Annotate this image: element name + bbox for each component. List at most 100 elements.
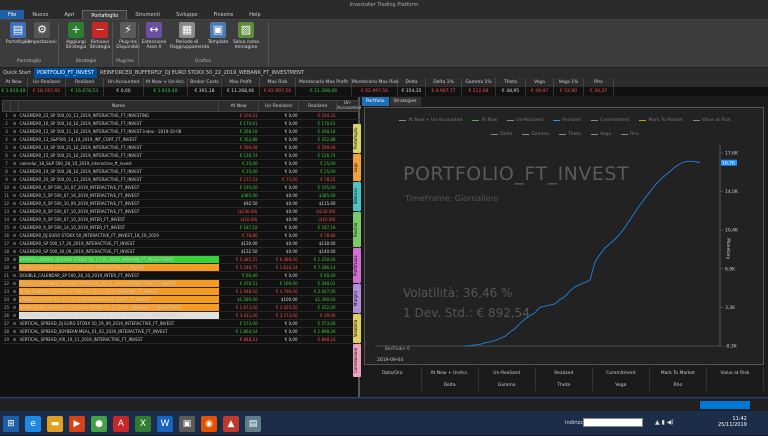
col-blank6[interactable] xyxy=(706,379,765,391)
col-mark-to-market[interactable]: Mark To Market xyxy=(649,367,707,379)
strategy-name[interactable]: CALENDAR_8_SP 500_07_10_2019_INTERACTIVE… xyxy=(18,207,219,216)
strategy-name[interactable]: DOPPIO_LADDER_DJ EURO STOXX 50_17_01_202… xyxy=(18,255,219,264)
strategy-name[interactable]: CALENDAR_15_SP 500_21_10_2019_INTERACTIV… xyxy=(18,151,219,160)
row-settings-icon[interactable]: ⚙ xyxy=(10,239,19,248)
table-row[interactable]: 17 ⚙ CALENDAR_SP 500_17_20_2019_INTERACTIV… xyxy=(2,239,359,248)
row-settings-icon[interactable]: ⚙ xyxy=(10,127,19,136)
table-row[interactable]: 6 ⚙ CALENDAR_15_SP 500_21_10_2019_INTERACT… xyxy=(2,151,359,160)
impostazioni-button[interactable]: ⚙ Impostazioni xyxy=(28,22,57,45)
col-realized[interactable]: Realized xyxy=(535,367,593,379)
table-row[interactable]: 19 ⚙ DOPPIO_LADDER_DJ EURO STOXX 50_17_01_… xyxy=(2,255,359,264)
strategy-name[interactable]: calendar_18_S&P 500_28_10_2019_interacti… xyxy=(18,159,219,168)
table-row[interactable]: 8 ⚙ CALENDAR_19_SP 500_28_10_2019_INTERACT… xyxy=(2,167,359,176)
row-settings-icon[interactable]: ⚙ xyxy=(10,255,19,264)
summary-header-max-profit[interactable]: Max Profit xyxy=(222,78,260,87)
strategy-name[interactable]: CALENDAR_6_SP 500_10_09_2019_INTERACTIVE… xyxy=(18,199,219,208)
trading-icon[interactable]: ▲ xyxy=(223,416,239,432)
strategy-name[interactable]: CALENDAR_14_SP 500_21_10_2019_INTERACTIV… xyxy=(18,143,219,152)
table-row[interactable]: 16 ⚙ CALENDAR_DJ EURO STOXX 50_INTERACTIVE… xyxy=(2,231,359,240)
grid-header-un-realized[interactable]: Un-Realized xyxy=(258,100,299,112)
tab-apri[interactable]: Apri xyxy=(56,10,82,19)
summary-header-gamma-1[interactable]: Gamma 1% xyxy=(462,78,496,87)
strategy-name[interactable]: CALENDAR_20_SP 500_01_11_2019_INTERACTIV… xyxy=(18,175,219,184)
table-row[interactable]: 11 ⚙ CALENDAR_5_SP 500_07_16_2019_INTERACT… xyxy=(2,191,359,200)
table-row[interactable]: 15 ⚙ CALENDAR_9_SP 500_14_10_2019_INTER_FT… xyxy=(2,223,359,232)
summary-header-realized[interactable]: Realized xyxy=(66,78,104,87)
vtab-legs[interactable]: Legs xyxy=(353,154,361,181)
row-settings-icon[interactable]: ⚙ xyxy=(10,223,19,232)
tab-strategies[interactable]: Strategies xyxy=(389,97,422,106)
row-settings-icon[interactable]: ⚙ xyxy=(10,199,19,208)
table-row[interactable]: 20 ⚙ DOPPIO_LADDER_GOLD_27_04_2020_INTERAC… xyxy=(2,263,359,272)
row-settings-icon[interactable]: ⚙ xyxy=(10,247,19,256)
row-settings-icon[interactable]: ⚙ xyxy=(10,263,19,272)
chart-plot[interactable]: 17,6K14,0K10,4K6,9K3,3K-0,3K16,7K xyxy=(365,108,765,366)
strategy-name[interactable]: CALENDAR_12_SP 500_11_10_2019_INTERACTIV… xyxy=(18,127,219,136)
tab-help[interactable]: Help xyxy=(241,10,268,19)
strategy-name[interactable]: CALENDAR_DJ EURO STOXX 50_INTERACTIVE_FT… xyxy=(18,231,219,240)
table-row[interactable]: 27 ⚙ VERTICAL_SPREAD_DJ EURO STOXX 50_19_0… xyxy=(2,319,359,328)
strategy-name[interactable]: CALENDAR_13_S&P500_14_10_2019_INT_CORT_F… xyxy=(18,135,219,144)
table-row[interactable]: 13 ⚙ CALENDAR_8_SP 500_07_10_2019_INTERACT… xyxy=(2,207,359,216)
table-row[interactable]: 22 ⚙ GOCCIA_CONTINUA_DJ EURO STOXX 50_20_1… xyxy=(2,279,359,288)
table-row[interactable]: 14 ⚙ CALENDAR_9_SP 500_07_10_2019_INTER_FT… xyxy=(2,215,359,224)
strategy-name[interactable]: CALENDAR_SP 500_17_20_2019_INTERACTIVE_F… xyxy=(18,239,219,248)
vtab-portafoglio[interactable]: Portafoglio xyxy=(353,124,361,153)
summary-header-at-now[interactable]: At Now xyxy=(0,78,28,87)
row-settings-icon[interactable]: ⚙ xyxy=(10,303,19,312)
quick-tab-1[interactable]: PORTFOLIO_FT_INVEST xyxy=(33,68,97,78)
firefox-icon[interactable]: ◉ xyxy=(201,416,217,432)
summary-header-vega-1[interactable]: Vega 1% xyxy=(554,78,584,87)
vtab-profit-loss[interactable]: Profit/Loss xyxy=(353,248,361,283)
vtab-correlazione[interactable]: Correlazione xyxy=(353,344,361,377)
strategy-name[interactable]: CALENDAR_9_SP 500_07_10_2019_INTER_FT_IN… xyxy=(18,215,219,224)
grid-header-un-accounted[interactable]: Un-Accounted xyxy=(336,100,361,112)
table-row[interactable]: 5 ⚙ CALENDAR_14_SP 500_21_10_2019_INTERACT… xyxy=(2,143,359,152)
tab-finestre[interactable]: Finestre xyxy=(206,10,242,19)
tab-nuovo[interactable]: Nuovo xyxy=(24,10,56,19)
grid-header-col0[interactable] xyxy=(2,100,11,112)
excel-icon[interactable]: X xyxy=(135,416,151,432)
table-row[interactable]: 3 ⚙ CALENDAR_12_SP 500_11_10_2019_INTERACT… xyxy=(2,127,359,136)
table-row[interactable]: 25 ⚙ REINFORCED_BUFFERFLY_DJ EURO STOXX 50… xyxy=(2,303,359,312)
rimuovi-strategia-button[interactable]: − Rimuovi Strategia xyxy=(86,22,114,50)
row-settings-icon[interactable]: ⚙ xyxy=(10,175,19,184)
summary-header-un-accounted[interactable]: Un-Accounted xyxy=(104,78,144,87)
strategy-name[interactable]: CALENDAR_22_SP 500_01_11_2019_INTERACTIV… xyxy=(18,111,219,120)
row-settings-icon[interactable]: ⚙ xyxy=(10,159,19,168)
strategy-name[interactable]: LADDER_CRUDE OIL_17_03_2020_INTERACTIVE_… xyxy=(18,295,219,304)
grid-header-col1[interactable] xyxy=(10,100,19,112)
summary-header-rho[interactable]: Rho xyxy=(584,78,614,87)
table-row[interactable]: 2 ⚙ CALENDAR_16_SP 500_14_10_2019_INTERACT… xyxy=(2,119,359,128)
clock[interactable]: 11:42 25/11/2019 xyxy=(718,416,747,428)
row-settings-icon[interactable]: ⚙ xyxy=(10,167,19,176)
strategy-name[interactable]: REINFORCED_BUFFERFLY_DJ EURO STOXX 50_22… xyxy=(18,303,219,312)
pdf-icon[interactable]: A xyxy=(113,416,129,432)
table-row[interactable]: 23 ⚙ IRON_CONDOR_DJ EURO STOXX 50_20_12_20… xyxy=(2,287,359,296)
table-row[interactable]: 10 ⚙ CALENDAR_4_SP 500_10_07_2019_INTERACT… xyxy=(2,183,359,192)
table-row[interactable]: 24 ⚙ LADDER_CRUDE OIL_17_03_2020_INTERACTI… xyxy=(2,295,359,304)
row-settings-icon[interactable]: ⚙ xyxy=(10,183,19,192)
address-input[interactable] xyxy=(583,418,643,427)
summary-header-delta-1[interactable]: Delta 1% xyxy=(426,78,462,87)
summary-header-delta[interactable]: Delta xyxy=(398,78,426,87)
strategy-name[interactable]: CALENDAR_4_SP 500_10_07_2019_INTERACTIVE… xyxy=(18,183,219,192)
salva-come-immagine-button[interactable]: ▨ Salva come Immagine xyxy=(232,22,260,50)
strategy-name[interactable]: VERTICAL_SPREAD_DJ EURO STOXX 50_19_09_2… xyxy=(18,319,219,328)
vtab-volatilit[interactable]: Volatilità xyxy=(353,314,361,343)
estensione-asse-x-button[interactable]: ↔ Estensione Asse X xyxy=(140,22,168,50)
summary-header-theta[interactable]: Theta xyxy=(496,78,526,87)
summary-header-max-risk[interactable]: Max Risk xyxy=(260,78,296,87)
row-settings-icon[interactable]: ⚙ xyxy=(10,135,19,144)
col-rho[interactable]: Rho xyxy=(649,379,707,391)
row-settings-icon[interactable]: ⚙ xyxy=(10,335,19,344)
row-settings-icon[interactable]: ⚙ xyxy=(10,111,19,120)
col-value-at-risk[interactable]: Value at Risk xyxy=(706,367,765,379)
template-button[interactable]: ▣ Template xyxy=(204,22,232,45)
row-settings-icon[interactable]: ⚙ xyxy=(10,191,19,200)
col-data-ora[interactable]: Data/Ora xyxy=(364,367,422,379)
strategy-name[interactable]: CALENDAR_SP 500_30_09_2019_INTERACTIVE_F… xyxy=(18,247,219,256)
row-settings-icon[interactable]: ⚙ xyxy=(10,271,19,280)
vtab-margini[interactable]: Margini xyxy=(353,284,361,313)
summary-header-un-realized[interactable]: Un-Realized xyxy=(28,78,66,87)
